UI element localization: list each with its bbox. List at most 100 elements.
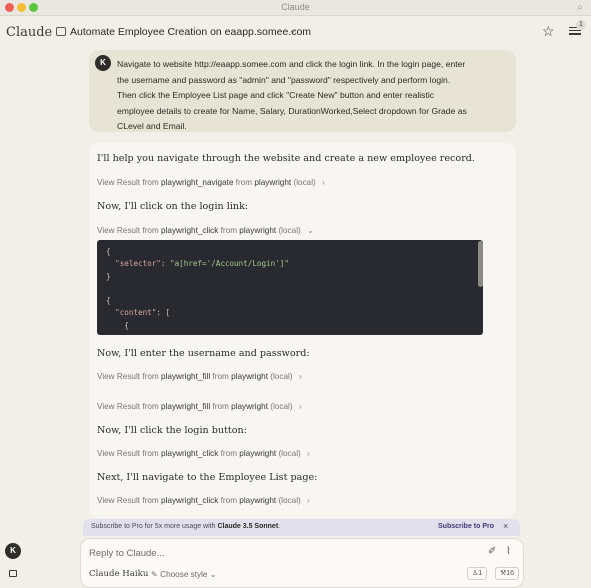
tool-server: playwright bbox=[239, 449, 277, 458]
tool-prefix: View Result from bbox=[97, 496, 159, 505]
star-icon[interactable]: ☆ bbox=[542, 23, 555, 40]
tool-server: playwright bbox=[239, 496, 277, 505]
code-line: { bbox=[106, 320, 483, 332]
paperclip-icon[interactable]: ⌇ bbox=[506, 546, 511, 557]
close-icon[interactable]: × bbox=[503, 521, 508, 531]
style-label: Choose style bbox=[160, 570, 208, 579]
banner-model: Claude 3.5 Sonnet bbox=[217, 523, 279, 530]
user-message-line: CLevel and Email. bbox=[117, 121, 187, 132]
chevron-right-icon: › bbox=[322, 178, 325, 187]
tool-from: from bbox=[220, 226, 238, 235]
code-line: } bbox=[106, 271, 111, 281]
code-block: { "selector": "a[href='/Account/Login']"… bbox=[97, 240, 483, 335]
window-title: Claude bbox=[281, 2, 310, 12]
notification-badge: 1 bbox=[576, 20, 586, 30]
tool-name: playwright_click bbox=[161, 496, 219, 505]
code-key: "content" bbox=[115, 308, 157, 318]
search-icon[interactable]: ⌕ bbox=[577, 2, 583, 13]
code-brace: { bbox=[124, 320, 129, 330]
tool-result-link[interactable]: View Result from playwright_fill from pl… bbox=[97, 372, 302, 381]
upgrade-banner: Subscribe to Pro for 5x more usage with … bbox=[83, 519, 520, 536]
tool-result-link[interactable]: View Result from playwright_click from p… bbox=[97, 225, 314, 235]
chevron-right-icon: › bbox=[298, 402, 302, 411]
chevron-down-icon[interactable]: ⌄ bbox=[289, 25, 297, 36]
tool-prefix: View Result from bbox=[97, 372, 159, 381]
code-line: { bbox=[106, 247, 111, 256]
tool-local: (local) bbox=[270, 372, 293, 381]
assistant-step-text: Now, I'll click on the login link: bbox=[97, 201, 249, 212]
tool-result-link[interactable]: View Result from playwright_click from p… bbox=[97, 449, 310, 458]
tool-local: (local) bbox=[278, 496, 301, 505]
code-key: "selector" bbox=[115, 259, 161, 269]
code-line: { bbox=[106, 296, 111, 306]
style-selector[interactable]: ✎ Choose style ⌄ bbox=[151, 569, 217, 579]
code-bracket: [ bbox=[165, 308, 171, 318]
assistant-step-text: Next, I'll navigate to the Employee List… bbox=[97, 472, 318, 483]
profile-avatar[interactable]: K bbox=[5, 543, 21, 559]
assistant-step-text: Now, I'll click the login button: bbox=[97, 425, 247, 436]
avatar: K bbox=[95, 55, 111, 71]
tools-count: 16 bbox=[506, 570, 515, 577]
tool-prefix: View Result from bbox=[97, 226, 159, 235]
people-pill[interactable]: ♙1 bbox=[467, 567, 488, 580]
app-header: Claude Automate Employee Creation on eaa… bbox=[0, 16, 591, 48]
code-line bbox=[106, 283, 483, 295]
chevron-down-icon: ⌄ bbox=[307, 226, 314, 235]
tool-from: from bbox=[220, 449, 238, 458]
sidebar-toggle-icon[interactable] bbox=[9, 570, 17, 577]
chat-bubble-icon bbox=[56, 27, 66, 36]
brush-icon: ✎ bbox=[151, 570, 158, 579]
tool-local: (local) bbox=[278, 226, 301, 235]
tool-name: playwright_navigate bbox=[161, 178, 234, 187]
tool-server: playwright bbox=[239, 226, 277, 235]
chevron-down-icon: ⌄ bbox=[209, 570, 217, 579]
tool-from: from bbox=[220, 496, 238, 505]
tool-prefix: View Result from bbox=[97, 178, 159, 187]
tool-server: playwright bbox=[254, 178, 292, 187]
tool-name: playwright_click bbox=[161, 226, 219, 235]
banner-message: Subscribe to Pro for 5x more usage with bbox=[91, 523, 216, 530]
tools-pill[interactable]: ⚒16 bbox=[495, 567, 520, 580]
tool-prefix: View Result from bbox=[97, 402, 159, 411]
tool-local: (local) bbox=[278, 449, 301, 458]
tool-local: (local) bbox=[270, 402, 293, 411]
tool-server: playwright bbox=[231, 372, 268, 381]
tool-from: from bbox=[212, 402, 229, 411]
model-selector[interactable]: Claude Haiku bbox=[89, 569, 148, 579]
code-string: "a[href='/Account/Login']" bbox=[170, 259, 289, 269]
code-scrollbar[interactable] bbox=[478, 241, 483, 287]
people-count: 1 bbox=[478, 570, 483, 577]
assistant-intro: I'll help you navigate through the websi… bbox=[97, 153, 475, 164]
tool-name: playwright_fill bbox=[161, 402, 211, 411]
subscribe-link[interactable]: Subscribe to Pro bbox=[438, 523, 494, 530]
tool-result-link[interactable]: View Result from playwright_navigate fro… bbox=[97, 178, 325, 187]
code-line: "selector": "a[href='/Account/Login']" bbox=[115, 259, 289, 269]
brand-logo[interactable]: Claude bbox=[6, 25, 52, 40]
user-message-line: the username and password as "admin" and… bbox=[117, 74, 451, 85]
tool-server: playwright bbox=[231, 402, 268, 411]
chevron-right-icon: › bbox=[307, 496, 310, 505]
tool-from: from bbox=[212, 372, 229, 381]
assistant-message: I'll help you navigate through the websi… bbox=[89, 143, 516, 518]
tool-name: playwright_click bbox=[161, 449, 219, 458]
chevron-right-icon: › bbox=[298, 372, 302, 381]
user-message-text: Navigate to website http://eaapp.somee.c… bbox=[117, 57, 507, 135]
wand-icon[interactable]: ✐ bbox=[488, 546, 496, 557]
tool-local: (local) bbox=[293, 178, 316, 187]
assistant-step-text: Now, I'll enter the username and passwor… bbox=[97, 348, 310, 359]
tool-prefix: View Result from bbox=[97, 449, 159, 458]
user-message-line: Navigate to website http://eaapp.somee.c… bbox=[117, 59, 466, 69]
composer: ✐ ⌇ Claude Haiku ✎ Choose style ⌄ ♙1 ⚒16 bbox=[80, 538, 524, 588]
tool-from: from bbox=[235, 178, 253, 187]
reply-input[interactable] bbox=[89, 545, 469, 561]
chat-title[interactable]: Automate Employee Creation on eaapp.some… bbox=[70, 26, 311, 38]
code-line: "content": [ bbox=[115, 308, 171, 318]
chevron-right-icon: › bbox=[307, 449, 310, 458]
banner-text: Subscribe to Pro for 5x more usage with … bbox=[91, 523, 281, 530]
user-message-line: Then click the Employee List page and cl… bbox=[117, 90, 435, 101]
tool-result-link[interactable]: View Result from playwright_fill from pl… bbox=[97, 402, 302, 411]
user-message: K Navigate to website http://eaapp.somee… bbox=[89, 50, 516, 132]
user-message-line: employee details to create for Name, Sal… bbox=[117, 105, 467, 116]
tool-name: playwright_fill bbox=[161, 372, 211, 381]
tool-result-link[interactable]: View Result from playwright_click from p… bbox=[97, 496, 310, 505]
